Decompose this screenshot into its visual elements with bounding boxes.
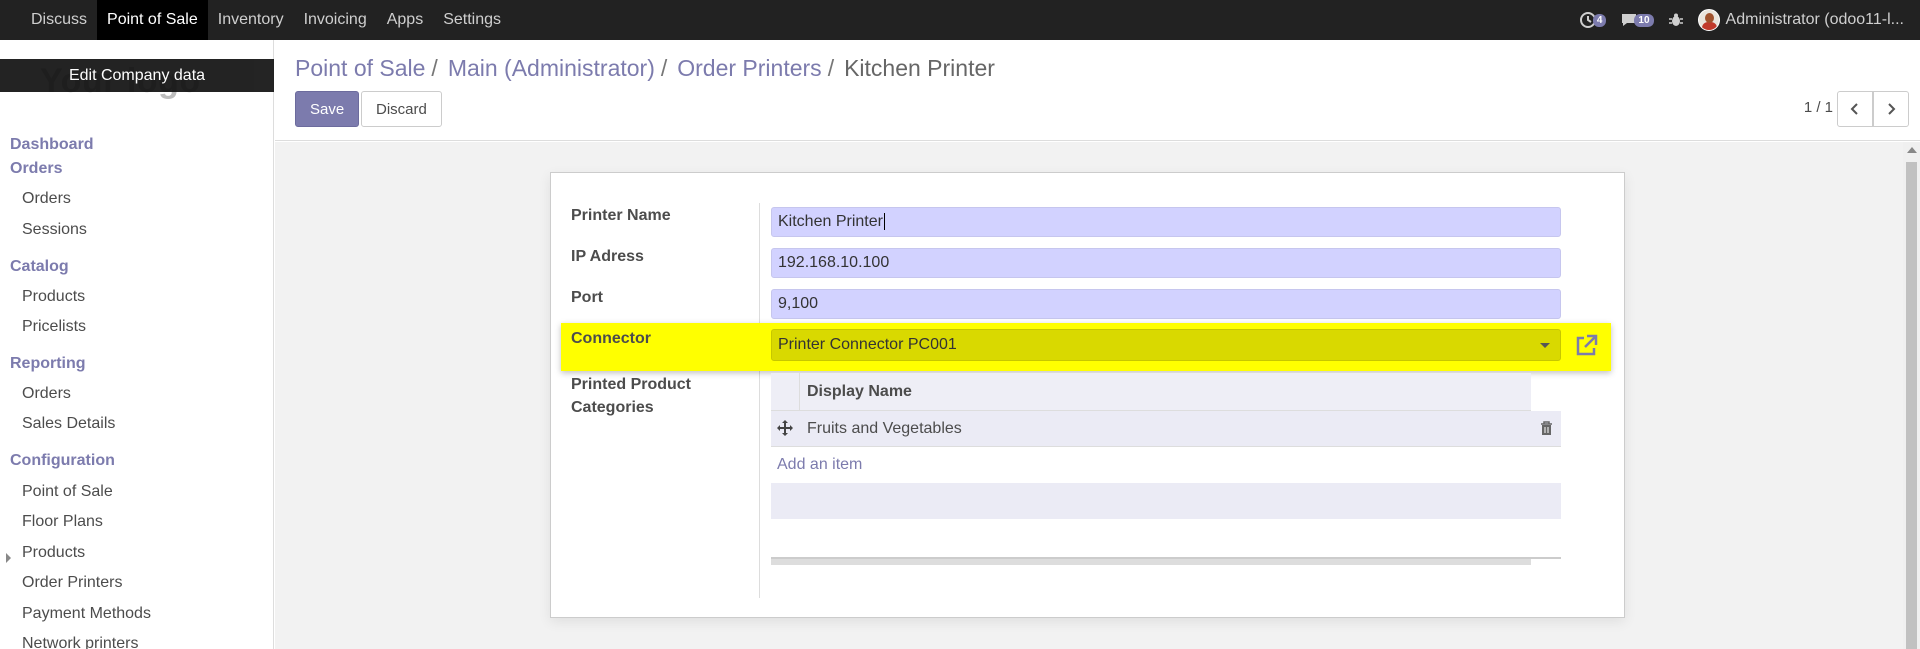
sidebar-item-payment-methods[interactable]: Payment Methods — [22, 605, 151, 623]
printer-name-field[interactable]: Kitchen Printer — [771, 207, 1561, 237]
text-cursor — [883, 213, 885, 231]
nav-discuss[interactable]: Discuss — [0, 0, 97, 40]
sidebar-item-order-printers[interactable]: Order Printers — [22, 574, 122, 592]
expand-caret-icon[interactable] — [6, 553, 11, 563]
ip-address-label: IP Adress — [571, 248, 644, 265]
ip-address-field[interactable]: 192.168.10.100 — [771, 248, 1561, 278]
column-header-display-name[interactable]: Display Name — [807, 383, 912, 401]
pager-value[interactable]: 1 / 1 — [1804, 99, 1833, 116]
connector-label: Connector — [571, 330, 651, 347]
breadcrumb-point-of-sale[interactable]: Point of Sale — [295, 55, 425, 82]
vertical-scrollbar[interactable] — [1903, 142, 1920, 649]
breadcrumb-separator: / — [431, 55, 438, 81]
column-divider — [759, 203, 760, 598]
sidebar-item-network-printers[interactable]: Network printers — [22, 635, 138, 649]
debug-button[interactable] — [1668, 12, 1684, 28]
connector-value: Printer Connector PC001 — [778, 336, 957, 353]
sidebar-item-sessions[interactable]: Sessions — [22, 221, 87, 239]
systray: 4 10 Administrator (odoo11-l... — [1579, 0, 1904, 40]
avatar — [1697, 9, 1720, 31]
categories-table: Display Name Fruits and Vegetables Add a… — [771, 373, 1561, 565]
top-navbar: Discuss Point of Sale Inventory Invoicin… — [0, 0, 1920, 40]
add-item-link[interactable]: Add an item — [771, 447, 1561, 483]
scroll-up-arrow-icon[interactable] — [1907, 147, 1917, 153]
sidebar-section-catalog[interactable]: Catalog — [10, 258, 69, 276]
printer-name-value: Kitchen Printer — [778, 213, 883, 230]
activity-button[interactable]: 4 — [1579, 11, 1607, 29]
nav-settings[interactable]: Settings — [433, 0, 511, 40]
save-button[interactable]: Save — [295, 91, 360, 127]
table-row[interactable]: Fruits and Vegetables — [771, 411, 1561, 447]
sidebar-item-pricelists[interactable]: Pricelists — [22, 318, 86, 336]
activity-badge: 4 — [1592, 13, 1607, 27]
sidebar-item-reporting-orders[interactable]: Orders — [22, 385, 71, 403]
user-menu[interactable]: Administrator (odoo11-l... — [1697, 9, 1904, 31]
table-empty-row — [771, 483, 1561, 519]
categories-label-line2: Categories — [571, 399, 654, 416]
messages-badge: 10 — [1634, 13, 1654, 27]
scroll-thumb[interactable] — [1906, 162, 1917, 649]
sidebar-section-configuration[interactable]: Configuration — [10, 452, 115, 470]
breadcrumb-separator: / — [827, 55, 835, 81]
connector-select[interactable]: Printer Connector PC001 — [771, 329, 1561, 361]
trash-icon[interactable] — [1540, 421, 1553, 441]
sidebar-item-dashboard[interactable]: Dashboard — [10, 136, 94, 154]
breadcrumb-main[interactable]: Main (Administrator) — [448, 55, 655, 82]
control-panel: Point of Sale / Main (Administrator) / O… — [275, 40, 1920, 141]
header-divider — [799, 373, 800, 411]
nav-apps[interactable]: Apps — [377, 0, 433, 40]
sidebar-item-config-products[interactable]: Products — [22, 544, 85, 562]
row-display-name: Fruits and Vegetables — [807, 420, 962, 437]
external-link-icon — [1576, 334, 1598, 356]
table-horizontal-scrollbar[interactable] — [771, 559, 1531, 565]
sidebar-item-sales-details[interactable]: Sales Details — [22, 415, 115, 433]
categories-label-line1: Printed Product — [571, 376, 692, 393]
nav-invoicing[interactable]: Invoicing — [294, 0, 377, 40]
breadcrumb-current: Kitchen Printer — [844, 55, 995, 81]
discard-button[interactable]: Discard — [361, 91, 442, 127]
user-name: Administrator (odoo11-l... — [1725, 11, 1904, 28]
sidebar-section-orders[interactable]: Orders — [10, 160, 62, 178]
breadcrumb-order-printers[interactable]: Order Printers — [677, 55, 821, 82]
printer-name-label: Printer Name — [571, 207, 671, 224]
sidebar-section-reporting[interactable]: Reporting — [10, 355, 86, 373]
sidebar-item-products[interactable]: Products — [22, 288, 85, 306]
breadcrumb-separator: / — [660, 55, 668, 81]
breadcrumb: Point of Sale / Main (Administrator) / O… — [295, 55, 995, 82]
bug-icon — [1668, 13, 1683, 26]
categories-label: Printed Product Categories — [571, 373, 691, 419]
pager-next-button[interactable] — [1873, 91, 1909, 127]
move-handle-icon[interactable] — [777, 420, 793, 441]
sidebar-item-orders[interactable]: Orders — [22, 190, 71, 208]
chevron-left-icon — [1850, 103, 1858, 115]
pager-previous-button[interactable] — [1837, 91, 1873, 127]
form-view: Printer Name Kitchen Printer IP Adress 1… — [275, 142, 1920, 649]
port-field[interactable]: 9,100 — [771, 289, 1561, 319]
port-label: Port — [571, 289, 603, 306]
sidebar: Your logo Edit Company data Dashboard Or… — [0, 40, 274, 649]
edit-company-button[interactable]: Edit Company data — [0, 59, 274, 92]
sidebar-item-floor-plans[interactable]: Floor Plans — [22, 513, 103, 531]
nav-inventory[interactable]: Inventory — [208, 0, 294, 40]
sidebar-item-point-of-sale[interactable]: Point of Sale — [22, 483, 113, 501]
form-sheet: Printer Name Kitchen Printer IP Adress 1… — [550, 172, 1625, 618]
dropdown-arrow-icon — [1540, 343, 1550, 348]
chevron-right-icon — [1888, 103, 1896, 115]
table-header: Display Name — [771, 373, 1531, 411]
nav-point-of-sale[interactable]: Point of Sale — [97, 0, 208, 40]
open-connector-button[interactable] — [1571, 331, 1601, 361]
messages-button[interactable]: 10 — [1620, 11, 1654, 29]
